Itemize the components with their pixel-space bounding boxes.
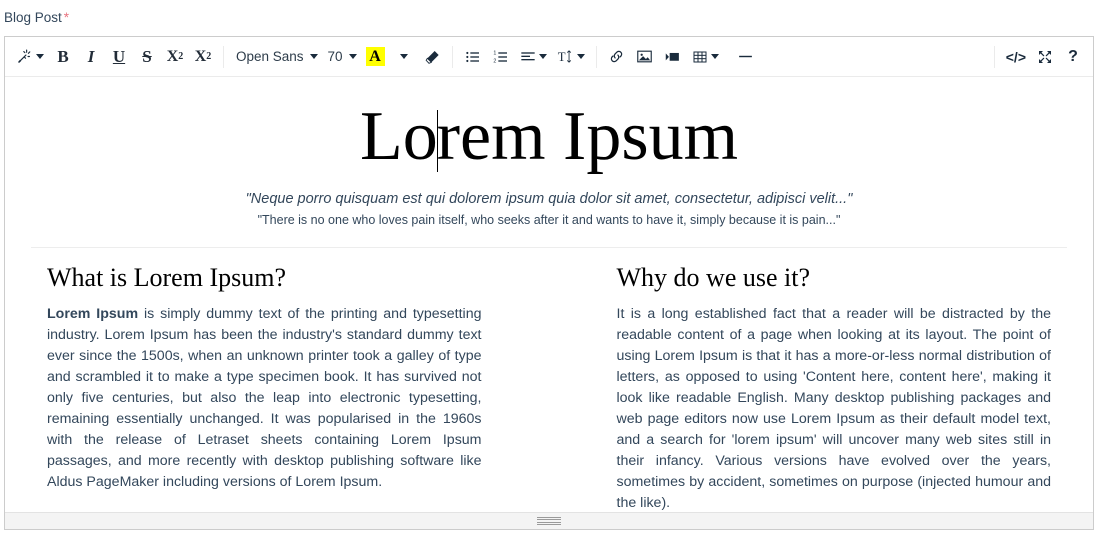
bold-button[interactable]: B [49, 42, 77, 72]
table-icon [693, 51, 707, 62]
fullscreen-button[interactable] [1031, 42, 1059, 72]
superscript-exponent: 2 [178, 50, 184, 62]
subscript-index: 2 [206, 50, 212, 62]
svg-text:2: 2 [493, 58, 496, 64]
strikethrough-button[interactable]: S [133, 42, 161, 72]
section-divider [31, 246, 1067, 248]
document-title-part-after-caret: rem Ipsum [436, 98, 739, 175]
chevron-down-icon [399, 54, 408, 59]
numbered-list-icon: 1 2 [493, 50, 507, 64]
rich-text-editor: B I U S X2 X2 Open Sans 70 A 1 2 T </> ?… [4, 36, 1094, 530]
bullet-list-icon [465, 51, 479, 62]
column-left-body: is simply dummy text of the printing and… [47, 306, 482, 491]
field-label-text: Blog Post [4, 10, 62, 25]
help-button[interactable]: ? [1059, 42, 1087, 72]
column-right-heading: Why do we use it? [616, 262, 811, 292]
magic-wand-icon [18, 49, 31, 63]
toolbar-group-view: </> ? [1001, 42, 1087, 72]
unordered-list-button[interactable] [459, 42, 487, 72]
font-family-select[interactable]: Open Sans [230, 42, 322, 72]
editor-content-area[interactable]: Lorem Ipsum "Neque porro quisquam est qu… [5, 77, 1093, 512]
column-right-body: It is a long established fact that a rea… [616, 306, 1052, 512]
subscript-button[interactable]: X2 [189, 42, 217, 72]
toolbar-divider [223, 45, 224, 68]
quote-secondary: "There is no one who loves pain itself, … [257, 212, 841, 227]
document-body: Lorem Ipsum "Neque porro quisquam est qu… [5, 99, 1093, 512]
svg-text:1: 1 [493, 50, 496, 56]
eraser-icon [425, 50, 439, 64]
text-color-button[interactable]: A [361, 42, 390, 72]
required-asterisk: * [63, 10, 70, 25]
code-view-button[interactable]: </> [1001, 42, 1031, 72]
field-label: Blog Post * [0, 0, 1098, 33]
link-icon [610, 50, 623, 63]
horizontal-line-icon [739, 55, 752, 58]
svg-text:T: T [557, 50, 565, 64]
horizontal-rule-button[interactable] [732, 42, 760, 72]
text-color-dropdown[interactable] [390, 42, 418, 72]
line-height-icon: T [557, 50, 571, 64]
quote-primary: "Neque porro quisquam est qui dolorem ip… [245, 190, 853, 207]
toolbar-divider [595, 45, 597, 68]
insert-video-button[interactable] [659, 42, 687, 72]
font-size-select[interactable]: 70 [322, 42, 361, 72]
superscript-button[interactable]: X2 [161, 42, 189, 72]
chevron-down-icon [576, 54, 585, 59]
chevron-down-icon [710, 54, 719, 59]
line-height-button[interactable]: T [552, 42, 590, 72]
insert-link-button[interactable] [603, 42, 631, 72]
toolbar-divider [993, 45, 995, 68]
superscript-base: X [166, 47, 179, 65]
chevron-down-icon [538, 54, 547, 59]
underline-button[interactable]: U [105, 42, 133, 72]
fullscreen-icon [1039, 50, 1051, 63]
resize-grip-icon [537, 517, 561, 525]
font-family-value: Open Sans [236, 49, 304, 64]
column-right-paragraph: It is a long established fact that a rea… [617, 304, 1052, 512]
toolbar-group-font: Open Sans 70 A [230, 42, 446, 72]
toolbar-group-paragraph: 1 2 T [459, 42, 590, 72]
column-left-heading: What is Lorem Ipsum? [47, 262, 286, 292]
toolbar-group-inline-styles: B I U S X2 X2 [11, 42, 217, 72]
column-right: Why do we use it? It is a long establish… [616, 262, 1052, 512]
text-color-swatch: A [365, 47, 385, 66]
chevron-down-icon [309, 54, 318, 59]
insert-table-button[interactable] [687, 42, 724, 72]
document-title-part-before-caret: Lo [359, 98, 438, 175]
toolbar-divider [451, 45, 453, 68]
editor-resize-handle[interactable] [5, 512, 1093, 529]
font-size-value: 70 [327, 49, 343, 64]
toolbar-group-insert [603, 42, 760, 72]
chevron-down-icon [36, 54, 44, 59]
editor-toolbar: B I U S X2 X2 Open Sans 70 A 1 2 T </> ? [5, 37, 1093, 77]
magic-wand-button[interactable] [11, 42, 49, 72]
column-left-paragraph: Lorem Ipsum is simply dummy text of the … [47, 304, 482, 493]
italic-button[interactable]: I [77, 42, 105, 72]
two-column-section: What is Lorem Ipsum? Lorem Ipsum is simp… [23, 262, 1075, 512]
video-icon [665, 52, 679, 61]
subscript-base: X [194, 47, 207, 65]
column-left-lead: Lorem Ipsum [47, 306, 139, 323]
document-title[interactable]: Lorem Ipsum [23, 99, 1075, 175]
align-button[interactable] [515, 42, 552, 72]
ordered-list-button[interactable]: 1 2 [487, 42, 515, 72]
insert-image-button[interactable] [631, 42, 659, 72]
image-icon [637, 50, 652, 63]
align-left-icon [520, 51, 535, 60]
column-left: What is Lorem Ipsum? Lorem Ipsum is simp… [47, 262, 482, 512]
clear-formatting-button[interactable] [418, 42, 446, 72]
chevron-down-icon [348, 54, 357, 59]
